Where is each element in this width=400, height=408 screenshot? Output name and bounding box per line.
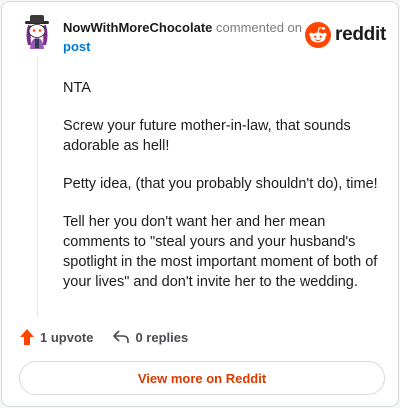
reply-arrow-icon xyxy=(113,330,130,343)
view-more-button[interactable]: View more on Reddit xyxy=(19,361,385,395)
reddit-logo[interactable]: reddit xyxy=(305,22,386,48)
comment-paragraph: Screw your future mother-in-law, that so… xyxy=(63,118,351,154)
username-link[interactable]: NowWithMoreChocolate xyxy=(63,20,212,35)
upvote-arrow-icon xyxy=(20,329,34,345)
reply-count: 0 replies xyxy=(135,329,189,345)
comment-paragraph: Tell her you don't want her and her mean… xyxy=(63,214,378,290)
comment-body: NTA Screw your future mother-in-law, tha… xyxy=(63,78,385,310)
comment-actions: 1 upvote 0 replies xyxy=(20,327,188,347)
user-avatar[interactable] xyxy=(19,15,55,51)
reddit-wordmark: reddit xyxy=(335,24,386,45)
comment-paragraph: NTA xyxy=(63,80,91,96)
avatar-snoo-icon xyxy=(20,15,54,50)
comment-header: NowWithMoreChocolate commented on post xyxy=(63,19,303,55)
upvote-count: 1 upvote xyxy=(40,329,94,345)
upvote-button[interactable]: 1 upvote xyxy=(20,329,93,345)
post-link[interactable]: post xyxy=(63,38,303,55)
reddit-alien-icon xyxy=(305,22,332,48)
commented-on-text: commented on xyxy=(216,20,303,35)
embedded-comment-card: NowWithMoreChocolate commented on post r… xyxy=(1,1,399,407)
reply-button[interactable]: 0 replies xyxy=(113,330,188,345)
thread-line xyxy=(37,56,38,316)
comment-paragraph: Petty idea, (that you probably shouldn't… xyxy=(63,176,378,192)
